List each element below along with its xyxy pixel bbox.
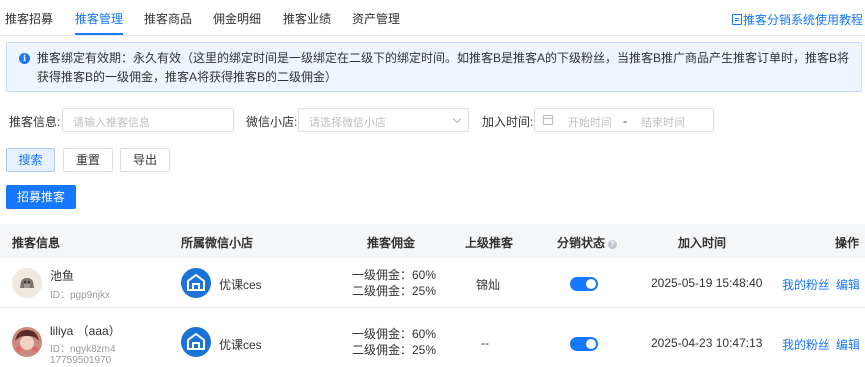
action-divider (828, 279, 829, 289)
recruit-button[interactable]: 招募推客 (6, 185, 76, 209)
avatar (12, 327, 42, 357)
join-time: 2025-05-19 15:48:40 (651, 276, 763, 290)
edit-link[interactable]: 编辑 (836, 276, 860, 293)
promoter-phone: 17759501970 (50, 355, 112, 366)
table-header: 推客信息 所属微信小店 推客佣金 上级推客 分销状态? 加入时间 操作 (0, 224, 865, 258)
level2-commission: 二级佣金：25% (352, 284, 437, 298)
level2-commission: 二级佣金：25% (352, 343, 437, 357)
level1-commission: 一级佣金：60% (352, 268, 437, 282)
header-shop: 所属微信小店 (181, 236, 254, 250)
info-filter-label: 推客信息: (9, 115, 61, 129)
promoter-name: 池鱼 (50, 269, 75, 283)
shop-logo-icon (181, 268, 211, 298)
info-icon: i (19, 53, 30, 64)
upper-promoter: -- (481, 336, 489, 350)
start-date-placeholder: 开始时间 (568, 117, 612, 129)
header-status: 分销状态? (557, 234, 618, 251)
my-fans-link[interactable]: 我的粉丝 (782, 276, 830, 293)
search-button[interactable]: 搜索 (6, 148, 55, 172)
distribution-toggle[interactable] (570, 277, 598, 291)
search-input-placeholder: 请输入推客信息 (73, 117, 150, 129)
tab-assets[interactable]: 资产管理 (352, 10, 400, 27)
tab-recruit[interactable]: 推客招募 (5, 10, 53, 27)
tutorial-link[interactable]: 推客分销系统使用教程 (731, 11, 863, 28)
header-actions: 操作 (835, 236, 860, 250)
shop-name: 优课ces (219, 278, 262, 292)
promoter-id: ID：pgp9njkx (50, 290, 111, 301)
promoter-name: liliya （aaa） (50, 324, 121, 338)
end-date-placeholder: 结束时间 (641, 117, 685, 129)
level1-commission: 一级佣金：60% (352, 327, 437, 341)
active-tab-indicator (75, 33, 123, 35)
reset-button[interactable]: 重置 (63, 148, 113, 172)
tab-manage[interactable]: 推客管理 (75, 10, 123, 27)
shop-name: 优课ces (219, 338, 262, 352)
action-divider (828, 339, 829, 349)
header-info: 推客信息 (12, 236, 61, 250)
notice-text: 推客绑定有效期：永久有效（这里的绑定时间是一级绑定在二级下的绑定时间。如推客B是… (37, 51, 850, 84)
distribution-toggle[interactable] (570, 337, 598, 351)
top-tabs: 推客招募 推客管理 推客商品 佣金明细 推客业绩 资产管理 推客分销系统使用教程 (0, 0, 865, 36)
date-range-separator: - (623, 114, 627, 128)
header-join-time: 加入时间 (678, 236, 727, 250)
tab-products[interactable]: 推客商品 (144, 10, 192, 27)
tab-performance[interactable]: 推客业绩 (283, 10, 331, 27)
commission-cell: 一级佣金：60% 二级佣金：25% (352, 267, 436, 299)
filter-bar: 推客信息: 请输入推客信息 微信小店: 请选择微信小店 加入时间: 开始时间 -… (0, 108, 865, 132)
shop-select[interactable]: 请选择微信小店 (298, 108, 469, 132)
upper-promoter: 锦灿 (476, 278, 501, 292)
time-filter-label: 加入时间: (482, 115, 534, 129)
promoter-id: ID：ngyk8zm4 (50, 344, 116, 355)
commission-cell: 一级佣金：60% 二级佣金：25% (352, 326, 436, 358)
avatar (12, 268, 42, 298)
search-input[interactable]: 请输入推客信息 (62, 108, 234, 132)
tab-commission[interactable]: 佣金明细 (213, 10, 261, 27)
my-fans-link[interactable]: 我的粉丝 (782, 336, 830, 353)
date-range-picker[interactable]: 开始时间 - 结束时间 (534, 108, 714, 132)
shop-logo-icon (181, 327, 211, 357)
header-commission: 推客佣金 (367, 236, 416, 250)
binding-notice: i 推客绑定有效期：永久有效（这里的绑定时间是一级绑定在二级下的绑定时间。如推客… (6, 42, 862, 92)
shop-filter-label: 微信小店: (246, 115, 298, 129)
header-upper: 上级推客 (465, 236, 514, 250)
question-icon[interactable]: ? (608, 240, 618, 249)
edit-link[interactable]: 编辑 (836, 336, 860, 353)
export-button[interactable]: 导出 (120, 148, 170, 172)
shop-select-placeholder: 请选择微信小店 (309, 117, 386, 129)
document-icon (731, 14, 742, 25)
chevron-down-icon (452, 114, 462, 124)
table-row: 池鱼 ID：pgp9njkx 优课ces 一级佣金：60% 二级佣金：25% 锦… (0, 258, 865, 308)
table-row: liliya （aaa） ID：ngyk8zm4 17759501970 优课c… (0, 308, 865, 367)
join-time: 2025-04-23 10:47:13 (651, 336, 763, 350)
header-status-label: 分销状态 (557, 236, 606, 250)
calendar-icon (543, 115, 553, 125)
tutorial-link-label: 推客分销系统使用教程 (742, 13, 863, 27)
